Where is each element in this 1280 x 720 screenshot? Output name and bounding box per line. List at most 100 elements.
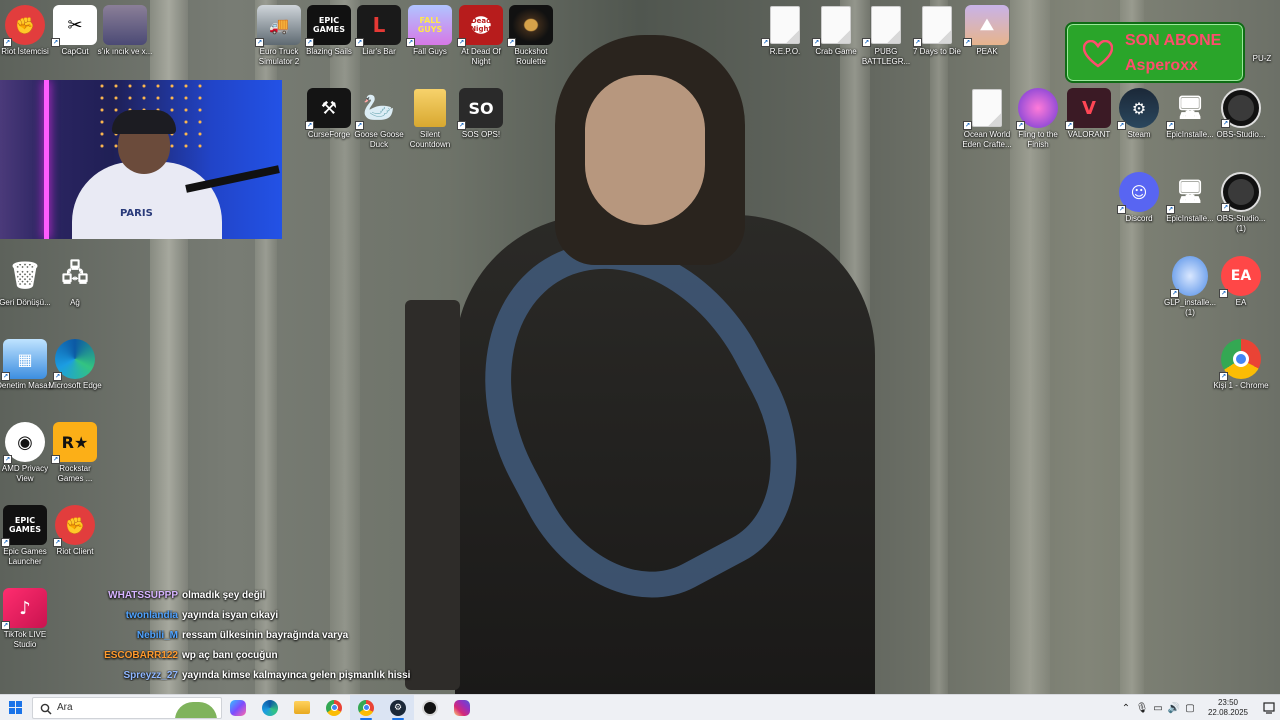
display-icon[interactable]: ▢ [1182, 695, 1198, 720]
taskbar-instagram[interactable] [446, 695, 478, 720]
desktop-icon-peak[interactable]: ⛰ ↗ PEAK [962, 5, 1012, 57]
folder-icon [408, 88, 452, 128]
rockstar-icon: R★ ↗ [51, 422, 97, 464]
network-icon[interactable]: ▭ [1150, 695, 1166, 720]
obs-icon: ↗ [1221, 88, 1261, 128]
desktop-icon-liars-bar[interactable]: L ↗ Liar's Bar [354, 5, 404, 57]
network-icon: 🖧 [61, 258, 89, 287]
desktop-icon-riot-client[interactable]: ✊ ↗ Riot Client [50, 505, 100, 557]
desktop-icon-network[interactable]: 🖧 Ağ [50, 256, 100, 308]
desktop-icon-video-file[interactable]: s’ık ıncık ve x... [98, 5, 152, 57]
sos-ops-icon: SO ↗ [457, 88, 503, 130]
desktop-icon-obs-studio-1[interactable]: ↗ OBS-Studio... (1) [1216, 172, 1266, 234]
taskbar-obs[interactable] [414, 695, 446, 720]
epic-games-icon: EPIC GAMES ↗ [1, 505, 47, 547]
last-subscriber-alert: SON ABONE Asperoxx [1065, 22, 1245, 83]
alert-subscriber-name: Asperoxx [1125, 57, 1198, 74]
desktop-icon-ocean-world[interactable]: ↗ Ocean World Eden Crafte... [962, 88, 1012, 150]
desktop-icon-epic-installer-2[interactable]: 🖥 ↗ EpicInstalle... [1165, 172, 1215, 224]
desktop-icon-amd-privacy-view[interactable]: ◉ ↗ AMD Privacy View [0, 422, 50, 484]
desktop-icon-ea[interactable]: EA ↗ EA [1216, 256, 1266, 308]
search-box[interactable]: Ara [32, 696, 222, 719]
desktop-icon-buckshot-roulette[interactable]: ↗ Buckshot Roulette [506, 5, 556, 67]
chat-message: Nebili_M ressam ülkesinin bayrağında var… [60, 625, 440, 645]
desktop-icon-fling-to-the-finish[interactable]: ↗ Fling to the Finish [1013, 88, 1063, 150]
desktop-icon-7-days-to-die[interactable]: ↗ 7 Days to Die [912, 5, 962, 57]
steam-icon: ⚙ ↗ [1117, 88, 1159, 130]
chat-username: twonlandia [125, 609, 178, 621]
desktop-icon-pubg[interactable]: ↗ PUBG BATTLEGR... [861, 5, 911, 67]
desktop-icon-capcut[interactable]: ✂ ↗ CapCut [50, 5, 100, 57]
desktop-icon-control-panel[interactable]: ▦ ↗ Denetim Masası [0, 339, 54, 391]
desktop-icon-sos-ops[interactable]: SO ↗ SOS OPS! [456, 88, 506, 140]
riot-icon: ✊ ↗ [53, 505, 95, 547]
chat-message: twonlandia yayında isyan cıkayi [60, 605, 440, 625]
discord-icon: ☺ ↗ [1117, 172, 1159, 214]
desktop-icon-curseforge[interactable]: ⚒ ↗ CurseForge [304, 88, 354, 140]
instagram-icon [454, 699, 470, 716]
taskbar-edge[interactable] [254, 695, 286, 720]
clock[interactable]: 23:50 22.08.2025 [1198, 698, 1258, 718]
desktop-icon-goose-goose-duck[interactable]: 🦢 ↗ Goose Goose Duck [354, 88, 404, 150]
desktop-icon-epic-installer[interactable]: 🖥 ↗ EpicInstalle... [1165, 88, 1215, 140]
goose-icon: 🦢 ↗ [355, 93, 396, 130]
folder-icon [294, 701, 310, 714]
desktop-icon-discord[interactable]: ☺ ↗ Discord [1114, 172, 1164, 224]
microphone-icon[interactable]: 🎙 [1134, 695, 1150, 720]
globe-installer-icon: ↗ [1170, 256, 1208, 298]
desktop-icon-recycle-bin[interactable]: 🗑 Geri Dönüşü... [0, 256, 51, 308]
desktop-icon-chrome-profile[interactable]: ↗ Kişi 1 - Chrome [1213, 339, 1269, 391]
document-icon: ↗ [761, 5, 807, 47]
liars-bar-icon: L ↗ [355, 5, 401, 47]
chat-message: ESCOBARR122 wp aç banı çocuğun [60, 645, 440, 665]
clock-date: 22.08.2025 [1207, 708, 1249, 717]
chat-text: wp aç banı çocuğun [182, 649, 278, 661]
volume-icon[interactable]: 🔊 [1166, 695, 1182, 720]
windows-icon [8, 701, 22, 714]
desktop-icon-at-dead-of-night[interactable]: Dead Night ↗ At Dead Of Night [456, 5, 506, 67]
tiktok-icon: ♪ ↗ [1, 588, 47, 630]
taskbar-file-explorer[interactable] [286, 695, 318, 720]
desktop-icon-steam[interactable]: ⚙ ↗ Steam [1114, 88, 1164, 140]
document-icon: ↗ [913, 5, 959, 47]
chat-username: Spreyzz_27 [123, 669, 178, 681]
heart-icon [1083, 40, 1113, 68]
webcam-overlay: PARIS [0, 80, 282, 239]
search-icon [40, 703, 52, 715]
valorant-icon: V ↗ [1065, 88, 1111, 130]
desktop-icon-rockstar-games[interactable]: R★ ↗ Rockstar Games ... [50, 422, 100, 484]
desktop-icon-obs-studio[interactable]: ↗ OBS-Studio... [1216, 88, 1266, 140]
video-thumbnail-icon [103, 5, 147, 45]
obs-icon [422, 699, 438, 716]
desktop-icon-tiktok-live-studio[interactable]: ♪ ↗ TikTok LIVE Studio [0, 588, 50, 650]
desktop-icon-fall-guys[interactable]: FALL GUYS ↗ Fall Guys [405, 5, 455, 57]
taskbar-chrome[interactable] [318, 695, 350, 720]
obs-icon: ↗ [1221, 172, 1261, 212]
desktop-icon-repo[interactable]: ↗ R.E.P.O. [760, 5, 810, 57]
chat-message: Spreyzz_27 yayında kimse kalmayınca gele… [60, 665, 440, 685]
capcut-icon: ✂ ↗ [51, 5, 97, 47]
chevron-up-icon[interactable]: ⌃ [1118, 695, 1134, 720]
desktop-icon-microsoft-edge[interactable]: ↗ Microsoft Edge [48, 339, 102, 391]
desktop-icon-valorant[interactable]: V ↗ VALORANT [1064, 88, 1114, 140]
taskbar-copilot[interactable] [222, 695, 254, 720]
chrome-icon: ↗ [1219, 339, 1261, 381]
desktop-icon-euro-truck-simulator-2[interactable]: 🚚 ↗ Euro Truck Simulator 2 [254, 5, 304, 67]
chat-text: yayında isyan cıkayi [182, 609, 279, 621]
taskbar-steam[interactable]: ⚙ [382, 694, 414, 720]
desktop-icon-silent-countdown[interactable]: Silent Countdown [405, 88, 455, 150]
chat-text: olmadık şey değil [182, 589, 266, 601]
document-icon: ↗ [812, 5, 858, 47]
desktop-icon-epic-games-launcher[interactable]: EPIC GAMES ↗ Epic Games Launcher [0, 505, 50, 567]
steam-icon: ⚙ [390, 699, 406, 716]
desktop-icon-crab-game[interactable]: ↗ Crab Game [811, 5, 861, 57]
desktop-icon-glp-installer[interactable]: ↗ GLP_installe... (1) [1164, 256, 1216, 318]
desktop-icon-riot-istemcisi[interactable]: ✊ ↗ Riot İstemcisi [0, 5, 50, 57]
installer-icon: 🖥 ↗ [1166, 179, 1204, 214]
truck-icon: 🚚 ↗ [255, 5, 301, 47]
chrome-icon [358, 699, 374, 716]
start-button[interactable] [0, 695, 30, 720]
desktop-icon-blazing-sails[interactable]: EPIC GAMES ↗ Blazing Sails [304, 5, 354, 57]
notifications-button[interactable] [1258, 695, 1280, 720]
taskbar-chrome-profile[interactable] [350, 694, 382, 720]
